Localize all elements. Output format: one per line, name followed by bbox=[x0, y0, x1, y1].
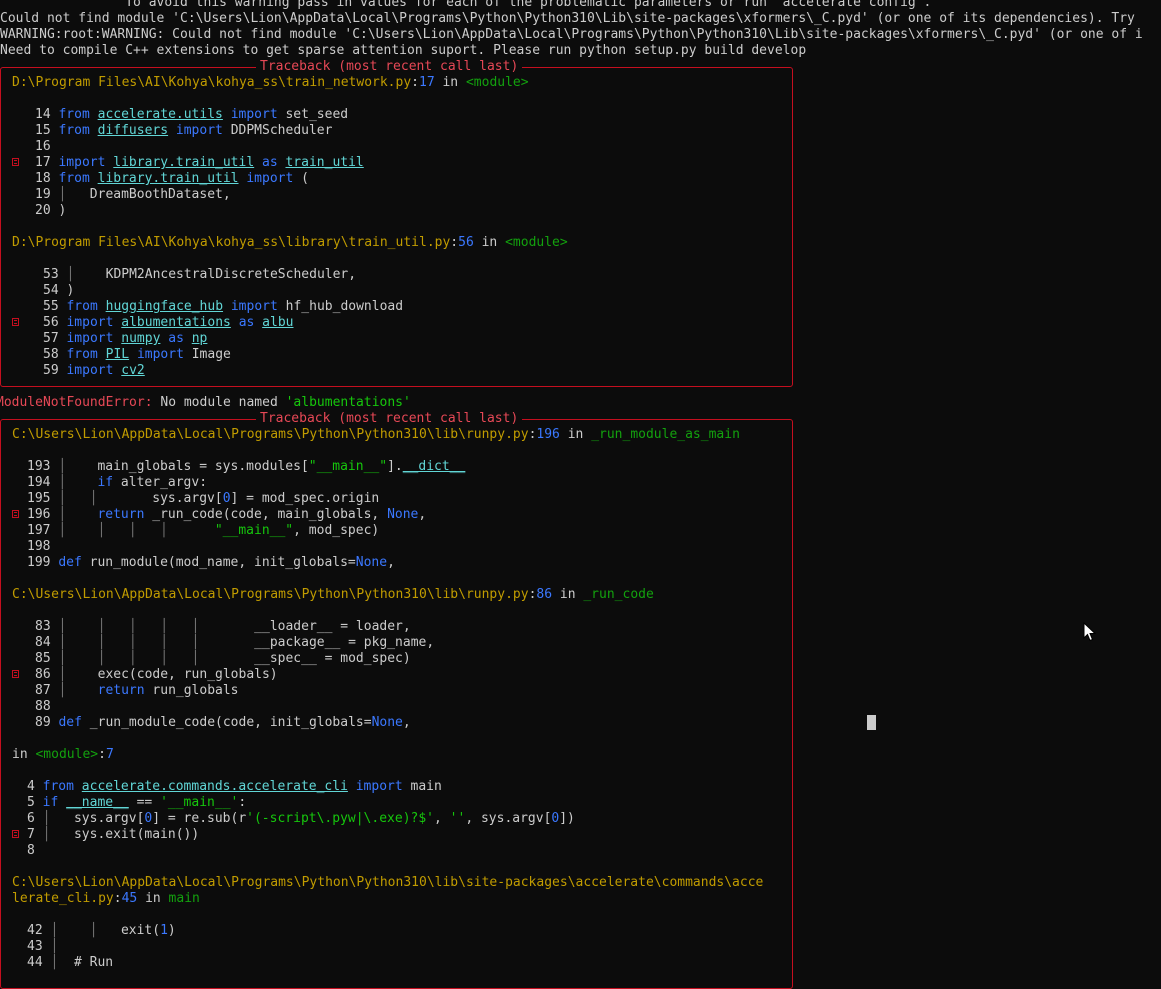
frame-in: in bbox=[12, 747, 28, 762]
code-line: 199 def run_module(mod_name, init_global… bbox=[27, 555, 395, 570]
error-module-name: 'albumentations' bbox=[285, 395, 411, 410]
code-line: 6 │ sys.argv[0] = re.sub(r'(-script\.pyw… bbox=[27, 811, 575, 826]
code-line: 53 │ KDPM2AncestralDiscreteScheduler, bbox=[43, 267, 357, 282]
frame-header: D:\Program Files\AI\Kohya\kohya_ss\train… bbox=[12, 75, 529, 90]
frame-in: in bbox=[567, 427, 584, 442]
text-cursor bbox=[867, 715, 876, 730]
error-line-marker-icon bbox=[12, 158, 19, 166]
code-line: 5 if __name__ == '__main__': bbox=[27, 795, 247, 810]
frame-in: in bbox=[559, 587, 576, 602]
traceback-title-1: Traceback (most recent call last) bbox=[256, 59, 523, 75]
error-text: No module named bbox=[152, 395, 286, 410]
frame-path: C:\Users\Lion\AppData\Local\Programs\Pyt… bbox=[12, 875, 764, 890]
code-line: 4 from accelerate.commands.accelerate_cl… bbox=[27, 779, 442, 794]
frame-header: in <module>:7 bbox=[12, 747, 114, 762]
frame-func: <module> bbox=[35, 747, 99, 762]
frame-line-number: 17 bbox=[419, 75, 435, 90]
code-line: 44 │ # Run bbox=[27, 955, 114, 970]
code-line: 18 from library.train_util import ( bbox=[35, 171, 309, 186]
frame-header: D:\Program Files\AI\Kohya\kohya_ss\libra… bbox=[12, 235, 568, 250]
code-line: 57 import numpy as np bbox=[43, 331, 208, 346]
frame-func: _run_code bbox=[583, 587, 654, 602]
frame-line-number: 196 bbox=[536, 427, 560, 442]
frame-func: <module> bbox=[465, 75, 529, 90]
code-line-error: 7 │ sys.exit(main()) bbox=[27, 827, 200, 842]
frame-line-number: 45 bbox=[121, 891, 138, 906]
mouse-pointer-icon bbox=[1083, 622, 1097, 642]
code-line: 88 bbox=[35, 699, 51, 714]
error-message: ModuleNotFoundError: No module named 'al… bbox=[0, 395, 411, 411]
header-line-3: WARNING:root:WARNING: Could not find mod… bbox=[0, 27, 1143, 42]
code-line-error: 86 │ exec(code, run_globals) bbox=[35, 667, 278, 682]
frame-path: C:\Users\Lion\AppData\Local\Programs\Pyt… bbox=[12, 427, 529, 442]
code-line: 194 │ if alter_argv: bbox=[27, 475, 208, 490]
frame-line-number: 7 bbox=[105, 747, 114, 762]
error-line-marker-icon bbox=[12, 510, 19, 518]
frame-in: in bbox=[481, 235, 498, 250]
frame-header: C:\Users\Lion\AppData\Local\Programs\Pyt… bbox=[12, 427, 740, 442]
code-line: 55 from huggingface_hub import hf_hub_do… bbox=[43, 299, 404, 314]
frame-path: lerate_cli.py bbox=[12, 891, 114, 906]
error-line-marker-icon bbox=[12, 670, 19, 678]
code-line-error: 17 import library.train_util as train_ut… bbox=[35, 155, 364, 170]
code-line: 193 │ main_globals = sys.modules["__main… bbox=[27, 459, 466, 474]
code-line: 85 │ │ │ │ │ __spec__ = mod_spec) bbox=[35, 651, 411, 666]
code-line: 59 import cv2 bbox=[43, 363, 145, 378]
code-line-error: 56 import albumentations as albu bbox=[43, 315, 294, 330]
code-line: 14 from accelerate.utils import set_seed bbox=[35, 107, 349, 122]
frame-header: C:\Users\Lion\AppData\Local\Programs\Pyt… bbox=[12, 587, 654, 602]
code-line: 16 bbox=[35, 139, 51, 154]
frame-in: in bbox=[442, 75, 459, 90]
code-line: 54 ) bbox=[43, 283, 75, 298]
code-line: 20 ) bbox=[35, 203, 67, 218]
code-line: 58 from PIL import Image bbox=[43, 347, 231, 362]
code-line: 195 │ │ sys.argv[0] = mod_spec.origin bbox=[27, 491, 380, 506]
frame-func: _run_module_as_main bbox=[591, 427, 740, 442]
frame-path: D:\Program Files\AI\Kohya\kohya_ss\libra… bbox=[12, 235, 451, 250]
frame-path: D:\Program Files\AI\Kohya\kohya_ss\train… bbox=[12, 75, 412, 90]
code-line: 87 │ return run_globals bbox=[35, 683, 239, 698]
code-line: 42 │ │ exit(1) bbox=[27, 923, 176, 938]
frame-line-number: 86 bbox=[536, 587, 553, 602]
code-line: 8 bbox=[27, 843, 35, 858]
code-line: 198 bbox=[27, 539, 51, 554]
frame-header: C:\Users\Lion\AppData\Local\Programs\Pyt… bbox=[12, 875, 763, 891]
frame-line-number: 56 bbox=[458, 235, 474, 250]
error-line-marker-icon bbox=[12, 318, 19, 326]
code-line-error: 196 │ return _run_code(code, main_global… bbox=[27, 507, 427, 522]
frame-in: in bbox=[145, 891, 161, 906]
code-line: 89 def _run_module_code(code, init_globa… bbox=[35, 715, 411, 730]
code-line: 43 │ bbox=[27, 939, 59, 954]
header-line-1: To avoid this warning pass in values for… bbox=[0, 0, 932, 10]
frame-func: main bbox=[168, 891, 200, 906]
frame-header-cont: lerate_cli.py:45 in main bbox=[12, 891, 200, 906]
header-line-2: Could not find module 'C:\Users\Lion\App… bbox=[0, 11, 1135, 26]
frame-func: <module> bbox=[505, 235, 568, 250]
error-line-marker-icon bbox=[12, 830, 19, 838]
code-line: 84 │ │ │ │ │ __package__ = pkg_name, bbox=[35, 635, 435, 650]
frame-path: C:\Users\Lion\AppData\Local\Programs\Pyt… bbox=[12, 587, 529, 602]
code-line: 19 │ DreamBoothDataset, bbox=[35, 187, 231, 202]
code-line: 83 │ │ │ │ │ __loader__ = loader, bbox=[35, 619, 411, 634]
traceback-title-2: Traceback (most recent call last) bbox=[256, 411, 523, 427]
code-line: 15 from diffusers import DDPMScheduler bbox=[35, 123, 333, 138]
header-line-4: Need to compile C++ extensions to get sp… bbox=[0, 43, 807, 58]
code-line: 197 │ │ │ │ "__main__", mod_spec) bbox=[27, 523, 380, 538]
error-type: ModuleNotFoundError: bbox=[0, 395, 153, 410]
